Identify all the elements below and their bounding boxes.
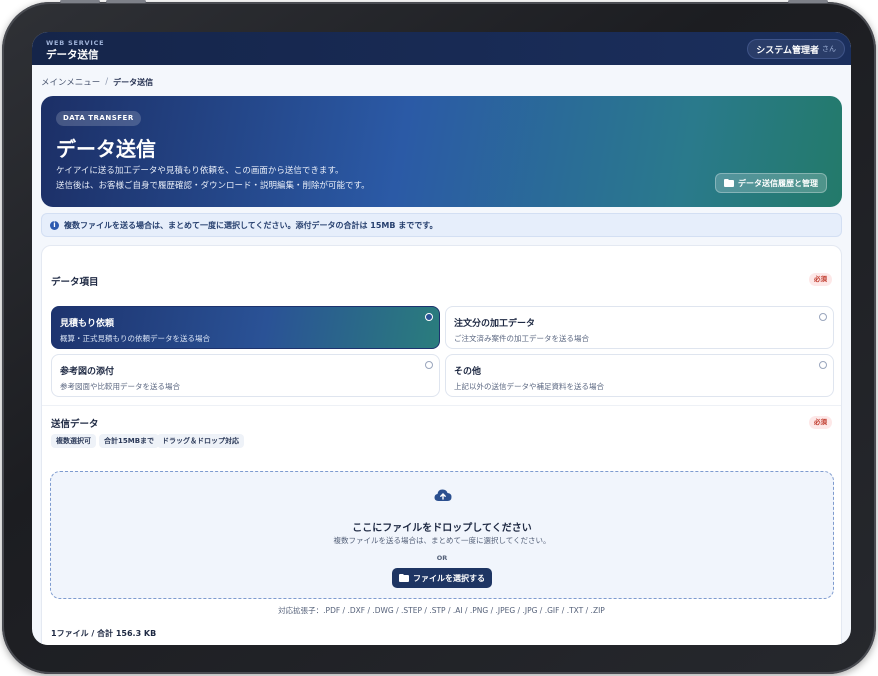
option-description: 概算・正式見積もりの依頼データを送る場合	[60, 334, 210, 343]
page-title: データ送信	[56, 137, 156, 161]
history-button-label: データ送信履歴と管理	[738, 178, 818, 188]
hero-badge: DATA TRANSFER	[56, 111, 141, 126]
required-badge: 必須	[809, 416, 832, 429]
tag-drag-drop: ドラッグ＆ドロップ対応	[157, 434, 244, 448]
breadcrumb-separator: /	[105, 77, 109, 87]
volume-button	[60, 0, 100, 3]
dropzone-subtitle: 複数ファイルを送る場合は、まとめて一度に選択してください。	[333, 536, 551, 545]
info-notice: i 複数ファイルを送る場合は、まとめて一度に選択してください。添付データの合計は…	[41, 213, 842, 237]
tablet-frame: WEB SERVICE データ送信 システム管理者 さん メインメニュー / デ…	[2, 0, 876, 674]
radio-selected[interactable]	[425, 313, 433, 321]
option-other[interactable]: その他 上記以外の送信データや補足資料を送る場合	[445, 354, 834, 397]
option-description: ご注文済み案件の加工データを送る場合	[454, 334, 589, 343]
option-title: その他	[454, 367, 482, 377]
hero-description-line: ケイアイに送る加工データや見積もり依頼を、この画面から送信できます。	[56, 166, 344, 176]
breadcrumb-current: データ送信	[113, 77, 154, 87]
divider	[42, 405, 841, 406]
hero-description: ケイアイに送る加工データや見積もり依頼を、この画面から送信できます。 送信後は、…	[56, 164, 370, 194]
info-text: 複数ファイルを送る場合は、まとめて一度に選択してください。添付データの合計は 1…	[64, 220, 438, 230]
cloud-upload-icon	[434, 489, 452, 501]
select-file-button[interactable]: ファイルを選択する	[392, 568, 492, 588]
data-item-title: データ項目	[51, 277, 99, 288]
supported-extensions: 対応拡張子：.PDF / .DXF / .DWG / .STEP / .STP …	[278, 606, 605, 615]
user-name: システム管理者	[756, 45, 819, 56]
form-card: データ項目 必須 見積もり依頼 概算・正式見積もりの依頼データを送る場合 注文分…	[41, 245, 842, 645]
power-button	[788, 0, 828, 3]
brand-subtitle: WEB SERVICE	[46, 39, 105, 47]
option-estimate[interactable]: 見積もり依頼 概算・正式見積もりの依頼データを送る場合	[51, 306, 440, 349]
tag-multiple: 複数選択可	[51, 434, 96, 448]
screen: WEB SERVICE データ送信 システム管理者 さん メインメニュー / デ…	[32, 32, 851, 645]
folder-icon	[399, 574, 409, 582]
breadcrumb: メインメニュー / データ送信	[41, 76, 153, 88]
history-button[interactable]: データ送信履歴と管理	[715, 173, 827, 193]
option-reference-drawing[interactable]: 参考図の添付 参考図面や比較用データを送る場合	[51, 354, 440, 397]
hero-banner: DATA TRANSFER データ送信 ケイアイに送る加工データや見積もり依頼を…	[41, 96, 842, 207]
brand-title: データ送信	[46, 49, 99, 61]
send-data-title: 送信データ	[51, 419, 99, 430]
option-title: 見積もり依頼	[60, 319, 115, 329]
file-dropzone[interactable]: ここにファイルをドロップしてください 複数ファイルを送る場合は、まとめて一度に選…	[50, 471, 834, 599]
dropzone-title: ここにファイルをドロップしてください	[352, 523, 532, 534]
option-title: 参考図の添付	[60, 367, 115, 377]
volume-button	[106, 0, 146, 3]
option-description: 参考図面や比較用データを送る場合	[60, 382, 180, 391]
breadcrumb-home[interactable]: メインメニュー	[41, 76, 100, 88]
required-badge: 必須	[809, 273, 832, 286]
radio-unselected[interactable]	[425, 361, 433, 369]
option-order-data[interactable]: 注文分の加工データ ご注文済み案件の加工データを送る場合	[445, 306, 834, 349]
info-icon: i	[50, 220, 59, 230]
tag-limit: 合計15MBまで	[99, 434, 160, 448]
option-description: 上記以外の送信データや補足資料を送る場合	[454, 382, 604, 391]
dropzone-or: OR	[436, 554, 448, 562]
top-bar: WEB SERVICE データ送信 システム管理者 さん	[32, 32, 851, 65]
select-file-label: ファイルを選択する	[413, 573, 485, 583]
user-suffix: さん	[822, 45, 836, 53]
hero-description-line: 送信後は、お客様ご自身で履歴確認・ダウンロード・説明編集・削除が可能です。	[56, 181, 370, 191]
option-title: 注文分の加工データ	[454, 319, 536, 329]
folder-icon	[724, 179, 734, 187]
radio-unselected[interactable]	[819, 313, 827, 321]
user-menu[interactable]: システム管理者 さん	[747, 39, 845, 59]
file-count: 1ファイル / 合計 156.3 KB	[51, 629, 157, 638]
radio-unselected[interactable]	[819, 361, 827, 369]
